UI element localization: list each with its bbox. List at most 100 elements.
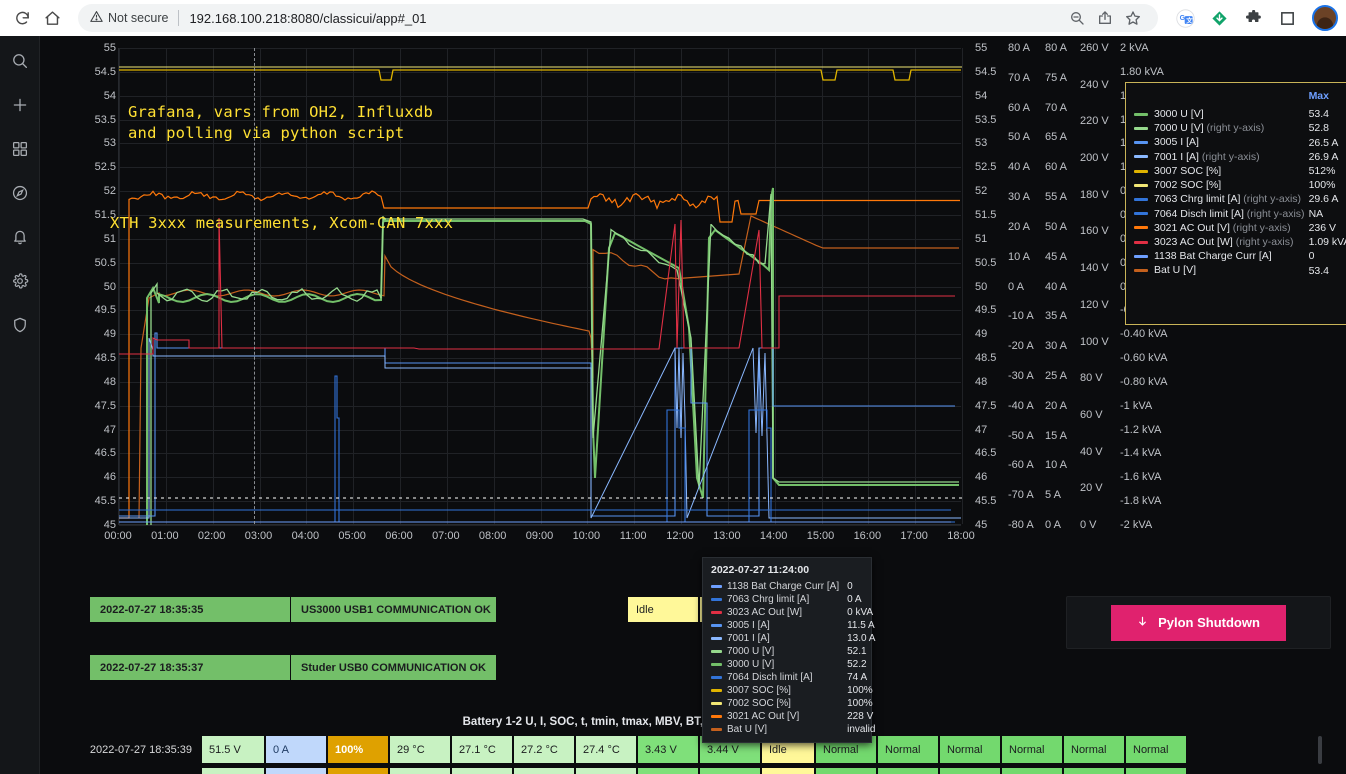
status-row-studer: 2022-07-27 18:35:37 Studer USB0 COMMUNIC…: [90, 655, 496, 680]
arrow-down-icon: [1137, 615, 1148, 631]
axis-tick: 47: [975, 423, 988, 436]
table-cell: Normal: [1126, 736, 1186, 763]
table-cell: 51.5 V: [202, 736, 264, 763]
axis-tick: 30 A: [1045, 340, 1068, 353]
zoom-out-icon[interactable]: [1064, 5, 1090, 31]
legend-item-name: 7001 I [A] (right y-axis): [1134, 150, 1309, 164]
axis-tick: 50 A: [1045, 220, 1068, 233]
legend-item[interactable]: 3021 AC Out [V] (right y-axis)236 V234 V: [1134, 221, 1346, 235]
tooltip-color-swatch: [711, 597, 722, 601]
axis-tick: 0 A: [1045, 519, 1061, 531]
axis-tick: 51: [975, 232, 988, 245]
legend-max-value: 1.09 kVA: [1308, 236, 1346, 249]
profile-avatar[interactable]: [1312, 5, 1338, 31]
svg-text:G: G: [1179, 14, 1185, 22]
tooltip-series-name: 3005 I [A]: [711, 619, 839, 632]
legend-color-swatch: [1134, 169, 1148, 173]
grid-icon: [12, 141, 27, 157]
sidebar-item-server-admin[interactable]: [4, 310, 36, 340]
legend-item[interactable]: 7002 SOC [%]100%100%: [1134, 178, 1346, 192]
tooltip-color-swatch: [711, 636, 722, 640]
green-diamond-extension-icon[interactable]: [1206, 5, 1232, 31]
tooltip-row: 3023 AC Out [W] 0 kVA: [711, 606, 875, 619]
legend-item[interactable]: 7001 I [A] (right y-axis)26.9 A-0.23 A: [1134, 150, 1346, 164]
axis-tick: 49.5: [94, 304, 116, 317]
tooltip-series-value: 100%: [847, 698, 873, 709]
row-timestamp: 2022-07-27 18:35:37: [40, 768, 202, 774]
sidebar-item-search[interactable]: [4, 46, 36, 76]
axis-tick: 53.5: [94, 113, 116, 126]
table-cell: Normal: [1002, 768, 1062, 774]
puzzle-extensions-icon[interactable]: [1240, 5, 1266, 31]
sidebar-item-dashboards[interactable]: [4, 134, 36, 164]
table-row[interactable]: 2022-07-27 18:35:37 51.5 V0 A100%28.5 °C…: [40, 768, 1186, 774]
axis-tick: 0 A: [1008, 280, 1024, 293]
square-extension-icon[interactable]: [1274, 5, 1300, 31]
tooltip-row: 3000 U [V] 52.2: [711, 658, 875, 671]
axis-tick: 240 V: [1080, 78, 1109, 91]
table-row[interactable]: 2022-07-27 18:35:39 51.5 V0 A 100% 29 °C 27…: [40, 736, 1186, 763]
legend-item[interactable]: 3007 SOC [%]512%100%: [1134, 164, 1346, 178]
google-translate-icon[interactable]: G文: [1172, 5, 1198, 31]
share-icon[interactable]: [1092, 5, 1118, 31]
axis-tick: 15:00: [806, 530, 835, 542]
series-line: [119, 190, 960, 519]
axis-tick: 08:00: [478, 530, 507, 542]
address-bar[interactable]: Not secure 192.168.100.218:8080/classicu…: [78, 4, 1158, 32]
table-cell: Normal: [1064, 736, 1124, 763]
tooltip-series-value: 52.2: [847, 659, 867, 670]
legend-item[interactable]: 7064 Disch limit [A] (right y-axis)NA74 …: [1134, 207, 1346, 221]
legend-color-swatch: [1134, 198, 1148, 202]
axis-tick: -0.80 kVA: [1120, 375, 1168, 388]
axis-tick: 47.5: [975, 399, 997, 412]
axis-tick: -50 A: [1008, 429, 1034, 442]
timeseries-panel: 55 54.5 54 53.5 53 52.5 52 51.5 51 50.5 50 49.5 49 48…: [40, 36, 1346, 743]
axis-tick: 54.5: [94, 65, 116, 78]
legend-item-name: 1138 Bat Charge Curr [A]: [1134, 249, 1309, 263]
table-scrollbar[interactable]: [1318, 736, 1322, 764]
axis-tick: 60 A: [1008, 101, 1031, 114]
battery-table-panel: Battery 1-2 U, I, SOC, t, tmin, tmax, MB…: [40, 708, 1346, 774]
legend-max-value: 26.9 A: [1308, 150, 1339, 163]
legend-max-value: 512%: [1308, 164, 1336, 177]
legend-item[interactable]: 7000 U [V] (right y-axis)52.851.5: [1134, 121, 1346, 135]
sidebar-item-explore[interactable]: [4, 178, 36, 208]
legend-item[interactable]: 1138 Bat Charge Curr [A]00: [1134, 249, 1346, 263]
axis-tick: 48.5: [975, 352, 997, 365]
legend-item[interactable]: 3023 AC Out [W] (right y-axis)1.09 kVA0 …: [1134, 235, 1346, 249]
sidebar-item-create[interactable]: [4, 90, 36, 120]
legend-item-name: 7064 Disch limit [A] (right y-axis): [1134, 207, 1309, 221]
axis-tick: 18:00: [947, 530, 975, 542]
axis-tick: -2 kVA: [1120, 519, 1153, 531]
reload-icon[interactable]: [8, 4, 36, 32]
home-icon[interactable]: [38, 4, 66, 32]
compass-icon: [12, 185, 27, 201]
series-line: [150, 193, 959, 525]
bookmark-star-icon[interactable]: [1120, 5, 1146, 31]
pylon-shutdown-button[interactable]: Pylon Shutdown: [1111, 604, 1286, 641]
sidebar-item-configuration[interactable]: [4, 266, 36, 296]
legend-max-value: 29.6 A: [1308, 193, 1339, 206]
legend-item[interactable]: 7063 Chrg limit [A] (right y-axis) 29.6 A…: [1134, 192, 1346, 206]
legend-header-max[interactable]: Max: [1309, 89, 1346, 107]
legend-item[interactable]: 3000 U [V]53.451.8: [1134, 107, 1346, 121]
axis-tick: 260 V: [1080, 42, 1109, 54]
tooltip-row: 3021 AC Out [V] 228 V: [711, 710, 875, 723]
axis-tick: -0.40 kVA: [1120, 328, 1168, 341]
shutdown-panel: Pylon Shutdown: [1066, 596, 1331, 649]
chart-legend[interactable]: Max Last * 3000 U [V]53.451.87000 U [V] …: [1125, 82, 1346, 325]
sidebar-item-alerting[interactable]: [4, 222, 36, 252]
legend-item[interactable]: Bat U [V]53.451.8: [1134, 263, 1346, 277]
axis-tick: 09:00: [525, 530, 554, 542]
gear-icon: [12, 273, 28, 289]
table-cell: 27.1 °C: [452, 736, 512, 763]
axis-tick: 10 A: [1008, 250, 1031, 263]
axis-tick: 50.5: [94, 256, 116, 269]
table-cell: Normal: [878, 768, 938, 774]
axis-tick: 50.5: [975, 256, 997, 269]
security-status[interactable]: Not secure: [90, 10, 168, 26]
tooltip-series-name: 7064 Disch limit [A]: [711, 671, 839, 684]
table-cell: Normal: [940, 736, 1000, 763]
legend-item[interactable]: 3005 I [A]26.5 A0 A: [1134, 135, 1346, 149]
axis-tick: -70 A: [1008, 489, 1034, 502]
